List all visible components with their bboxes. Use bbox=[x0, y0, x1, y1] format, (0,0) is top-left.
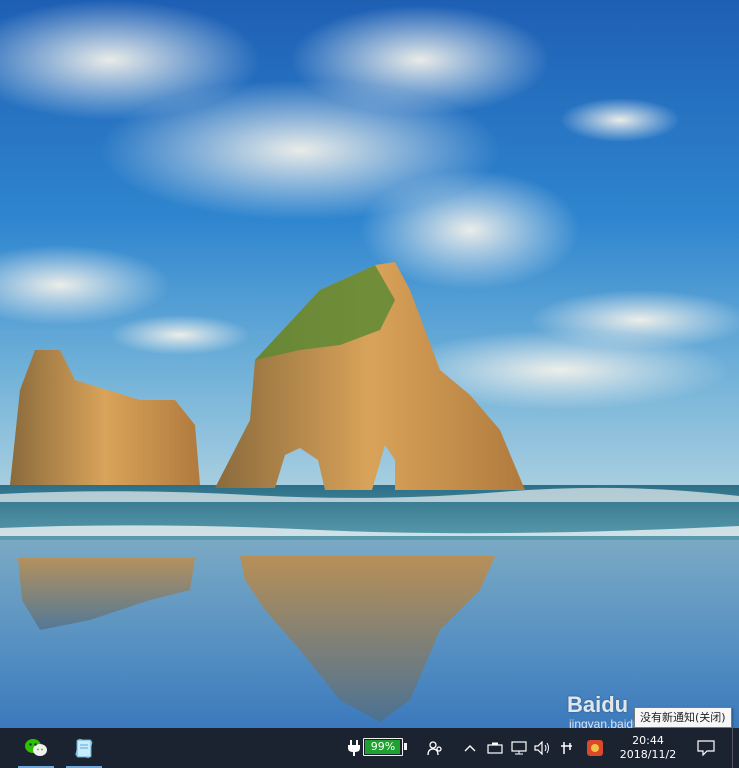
battery-percent: 99% bbox=[370, 740, 396, 753]
clock-time: 20:44 bbox=[632, 734, 664, 747]
wallpaper-image bbox=[0, 0, 739, 728]
file-app-icon bbox=[75, 738, 93, 759]
action-center-icon[interactable] bbox=[694, 728, 718, 768]
watermark-logo: Baidu bbox=[567, 692, 629, 717]
battery-indicator[interactable]: 99% bbox=[363, 738, 407, 756]
wechat-icon bbox=[25, 739, 47, 756]
chevron-up-icon[interactable] bbox=[460, 728, 480, 768]
people-icon[interactable] bbox=[424, 728, 446, 768]
battery-nub bbox=[404, 743, 407, 750]
network-icon[interactable] bbox=[509, 728, 529, 768]
notification-tooltip: 没有新通知(关闭) bbox=[634, 707, 732, 728]
desktop-wallpaper bbox=[0, 0, 739, 728]
power-plug-icon[interactable] bbox=[346, 728, 362, 768]
system-clock[interactable]: 20:44 2018/11/2 bbox=[612, 728, 684, 768]
input-method-icon[interactable] bbox=[557, 728, 577, 768]
taskbar-app-wechat[interactable] bbox=[16, 728, 56, 768]
show-desktop-button[interactable] bbox=[732, 728, 739, 768]
app-tray-icon[interactable] bbox=[584, 728, 606, 768]
taskbar: 99% 20:44 2018/11/2 bbox=[0, 728, 739, 768]
clock-date: 2018/11/2 bbox=[619, 748, 677, 761]
taskbar-app-files[interactable] bbox=[64, 728, 104, 768]
volume-icon[interactable] bbox=[532, 728, 554, 768]
tray-device-icon[interactable] bbox=[485, 728, 505, 768]
